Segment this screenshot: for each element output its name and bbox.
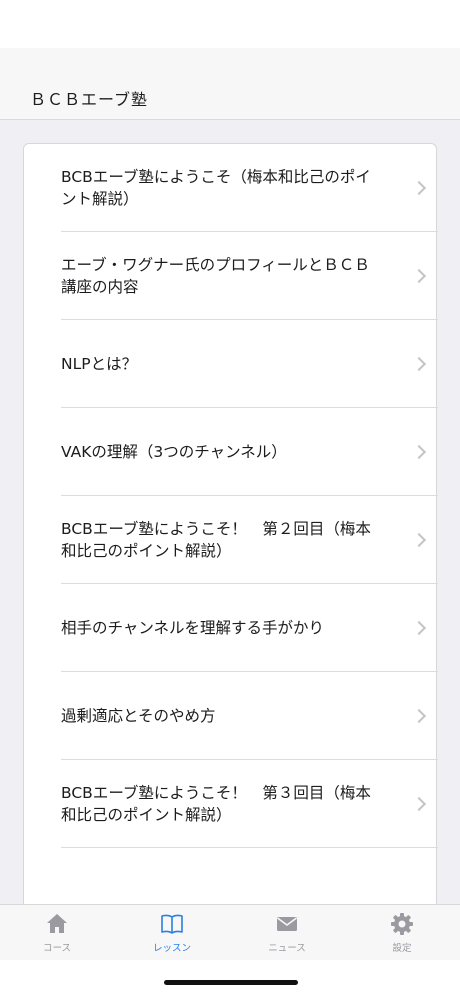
lesson-title: BCBエーブ塾にようこそ！ 第３回目（梅本和比己のポイント解説）	[61, 783, 371, 824]
lesson-title: VAKの理解（3つのチャンネル）	[61, 442, 287, 461]
lesson-title: エーブ・ワグナー氏のプロフィールとＢＣＢ講座の内容	[61, 255, 370, 296]
lesson-title: NLPとは？	[61, 354, 138, 373]
tab-label: ニュース	[268, 943, 306, 954]
gear-icon	[391, 913, 413, 935]
lesson-item[interactable]: 過剰適応とそのやめ方	[61, 672, 438, 760]
tab-settings[interactable]: 設定	[362, 911, 442, 957]
lesson-list-area[interactable]: BCBエーブ塾にようこそ（梅本和比己のポイント解説） エーブ・ワグナー氏のプロフ…	[0, 121, 460, 904]
chevron-right-icon	[411, 620, 427, 635]
home-indicator[interactable]	[164, 980, 298, 985]
lesson-title: 相手のチャンネルを理解する手がかり	[61, 618, 325, 637]
chevron-right-icon	[411, 796, 427, 811]
lesson-item[interactable]: BCBエーブ塾にようこそ！ 第３回目（梅本和比己のポイント解説）	[61, 760, 438, 848]
home-icon	[47, 914, 67, 933]
nav-header: ＢＣＢエーブ塾	[0, 48, 460, 120]
chevron-right-icon	[411, 444, 427, 459]
lesson-item[interactable]: エーブ・ワグナー氏のプロフィールとＢＣＢ講座の内容	[61, 232, 438, 320]
page-title: ＢＣＢエーブ塾	[30, 90, 149, 109]
lesson-item[interactable]: BCBエーブ塾にようこそ！ 第２回目（梅本和比己のポイント解説）	[61, 496, 438, 584]
tab-label: コース	[42, 943, 72, 954]
chevron-right-icon	[411, 532, 427, 547]
tab-news[interactable]: ニュース	[247, 911, 327, 957]
chevron-right-icon	[411, 180, 427, 195]
book-icon	[161, 914, 183, 934]
home-indicator-area	[0, 960, 460, 996]
status-bar	[0, 0, 460, 48]
tab-bar: コース レッスン ニュース 設定	[0, 904, 460, 960]
chevron-right-icon	[411, 356, 427, 371]
lesson-title: 過剰適応とそのやめ方	[61, 706, 216, 725]
chevron-right-icon	[411, 268, 427, 283]
lesson-item[interactable]: 相手のチャンネルを理解する手がかり	[61, 584, 438, 672]
lesson-card: BCBエーブ塾にようこそ（梅本和比己のポイント解説） エーブ・ワグナー氏のプロフ…	[23, 143, 438, 904]
chevron-right-icon	[411, 708, 427, 723]
tab-label: 設定	[392, 943, 412, 954]
lesson-item[interactable]: NLPとは？	[61, 320, 438, 408]
lesson-item[interactable]: VAKの理解（3つのチャンネル）	[61, 408, 438, 496]
tab-lesson[interactable]: レッスン	[132, 911, 212, 957]
lesson-title: BCBエーブ塾にようこそ（梅本和比己のポイント解説）	[61, 167, 371, 208]
mail-icon	[277, 917, 297, 931]
lesson-title: BCBエーブ塾にようこそ！ 第２回目（梅本和比己のポイント解説）	[61, 519, 371, 560]
tab-course[interactable]: コース	[17, 911, 97, 957]
tab-label: レッスン	[152, 943, 191, 954]
lesson-item[interactable]: BCBエーブ塾にようこそ（梅本和比己のポイント解説）	[61, 144, 438, 232]
